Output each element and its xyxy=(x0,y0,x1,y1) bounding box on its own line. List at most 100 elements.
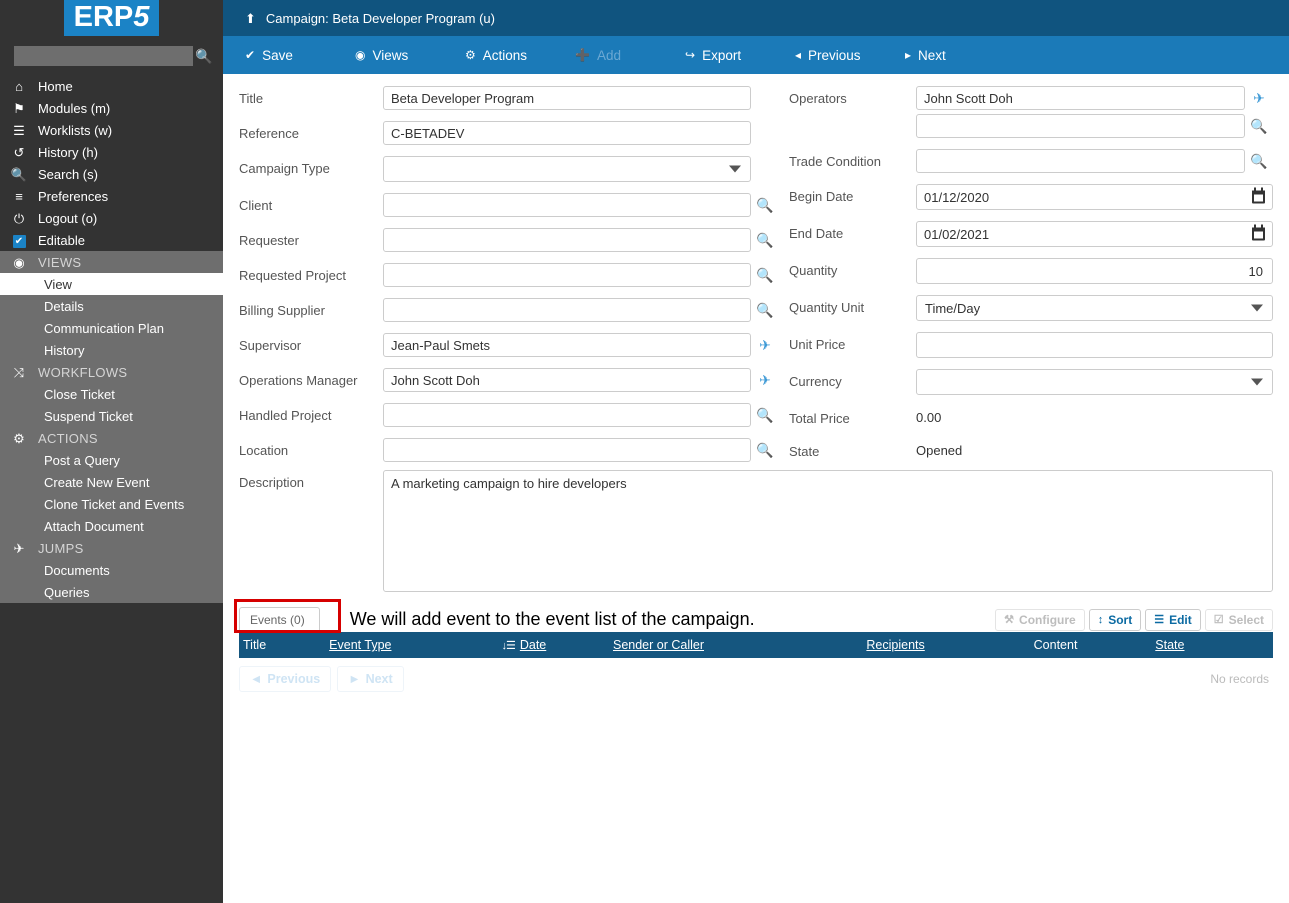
jump-plane-icon[interactable]: ✈ xyxy=(751,368,779,392)
calendar-icon[interactable] xyxy=(1252,224,1265,241)
column-header-label: Event Type xyxy=(329,638,392,652)
campaign-type-select[interactable] xyxy=(383,156,751,182)
client-input[interactable] xyxy=(383,193,751,217)
views-label: Views xyxy=(372,47,409,63)
column-header-recipients[interactable]: Recipients xyxy=(862,632,1030,658)
sidebar-item-home[interactable]: ⌂ Home xyxy=(0,75,223,97)
field-currency: Currency xyxy=(789,369,1273,395)
shuffle-icon: ⤨ xyxy=(13,364,25,380)
actions-button[interactable]: ⚙ Actions xyxy=(465,48,575,63)
sidebar-item-view[interactable]: View xyxy=(0,273,223,295)
sidebar-item-label: Close Ticket xyxy=(44,386,115,402)
sort-button[interactable]: ↕ Sort xyxy=(1088,609,1142,631)
description-textarea[interactable]: A marketing campaign to hire developers xyxy=(383,470,1273,592)
column-header-event-type[interactable]: Event Type xyxy=(325,632,498,658)
quantity-input[interactable] xyxy=(916,258,1273,284)
sidebar-item-modules-m[interactable]: ⚑ Modules (m) xyxy=(0,97,223,119)
search-icon[interactable]: 🔍 xyxy=(751,228,779,252)
end-date-input[interactable] xyxy=(916,221,1273,247)
sidebar-item-preferences[interactable]: ≡ Preferences xyxy=(0,185,223,207)
sidebar-item-history-h[interactable]: ↺ History (h) xyxy=(0,141,223,163)
up-arrow-icon[interactable]: ⬆ xyxy=(245,12,256,25)
search-input[interactable] xyxy=(14,46,193,66)
title-input[interactable] xyxy=(383,86,751,110)
field-trade-condition-label: Trade Condition xyxy=(789,154,882,169)
column-header-sender-or-caller[interactable]: Sender or Caller xyxy=(608,632,863,658)
configure-button: ⚒ Configure xyxy=(995,609,1085,631)
sidebar-item-close-ticket[interactable]: Close Ticket xyxy=(0,383,223,405)
sidebar-item-documents[interactable]: Documents xyxy=(0,559,223,581)
no-records-message: No records xyxy=(1210,672,1269,686)
field-handled-project: Handled Project 🔍 xyxy=(239,403,779,427)
calendar-icon[interactable] xyxy=(1252,187,1265,204)
form-area: Title Reference Campaign Type xyxy=(223,74,1289,474)
worklists-icon: ☰ xyxy=(13,122,25,138)
sidebar-item-suspend-ticket[interactable]: Suspend Ticket xyxy=(0,405,223,427)
column-header-date[interactable]: ↓☰ Date xyxy=(497,632,609,658)
views-button[interactable]: ◉ Views xyxy=(355,48,465,63)
requested-project-input[interactable] xyxy=(383,263,751,287)
previous-page-button[interactable]: ◄ Previous xyxy=(239,666,332,692)
sort-ascending-icon: ↓☰ xyxy=(501,640,515,652)
requester-input[interactable] xyxy=(383,228,751,252)
sidebar-item-post-a-query[interactable]: Post a Query xyxy=(0,449,223,471)
handled-project-input[interactable] xyxy=(383,403,751,427)
search-icon[interactable]: 🔍 xyxy=(751,193,779,217)
search-icon[interactable]: 🔍 xyxy=(751,403,779,427)
next-page-button[interactable]: ► Next xyxy=(337,666,404,692)
edit-button[interactable]: ☰ Edit xyxy=(1145,609,1201,631)
quantity-unit-select[interactable]: Time/Day xyxy=(916,295,1273,321)
search-icon[interactable]: 🔍 xyxy=(751,263,779,287)
column-header-label: Sender or Caller xyxy=(612,638,704,652)
logo[interactable]: ERP5 xyxy=(0,0,223,36)
sidebar-item-editable[interactable]: ✔ Editable xyxy=(0,229,223,251)
check-icon: ✔ xyxy=(245,48,256,62)
export-button[interactable]: ↪ Export xyxy=(685,48,795,63)
sidebar-item-clone-ticket-and-events[interactable]: Clone Ticket and Events xyxy=(0,493,223,515)
sidebar-item-search-s[interactable]: 🔍 Search (s) xyxy=(0,163,223,185)
sidebar-item-label: Home xyxy=(38,78,73,94)
previous-label: Previous xyxy=(808,47,861,63)
search-icon[interactable]: 🔍 xyxy=(751,298,779,322)
search-icon[interactable]: 🔍 xyxy=(1245,114,1273,138)
field-end-date-label: End Date xyxy=(789,226,844,241)
sidebar-item-label: View xyxy=(44,276,72,292)
currency-select[interactable] xyxy=(916,369,1273,395)
next-button[interactable]: ▸ Next xyxy=(905,48,1015,63)
operations-manager-input[interactable] xyxy=(383,368,751,392)
column-header-title[interactable]: Title xyxy=(239,632,326,658)
sidebar-item-queries[interactable]: Queries xyxy=(0,581,223,603)
field-campaign-type: Campaign Type xyxy=(239,156,779,182)
trade-condition-input[interactable] xyxy=(916,149,1245,173)
search-icon[interactable]: 🔍 xyxy=(751,438,779,462)
unit-price-input[interactable] xyxy=(916,332,1273,358)
jump-plane-icon[interactable]: ✈ xyxy=(751,333,779,357)
supervisor-input[interactable] xyxy=(383,333,751,357)
sidebar-item-create-new-event[interactable]: Create New Event xyxy=(0,471,223,493)
sidebar-item-details[interactable]: Details xyxy=(0,295,223,317)
sidebar-item-label: Preferences xyxy=(38,188,109,204)
sidebar-item-worklists-w[interactable]: ☰ Worklists (w) xyxy=(0,119,223,141)
jump-plane-icon[interactable]: ✈ xyxy=(1245,86,1273,110)
sidebar-item-label: Worklists (w) xyxy=(38,122,113,138)
field-begin-date-label: Begin Date xyxy=(789,189,854,204)
tab-events-label: Events (0) xyxy=(250,613,305,627)
column-header-content[interactable]: Content xyxy=(1029,632,1152,658)
search-icon[interactable]: 🔍 xyxy=(1245,149,1273,173)
operators-input[interactable] xyxy=(916,86,1245,110)
search-icon[interactable]: 🔍 xyxy=(193,46,215,66)
tab-events[interactable]: Events (0) xyxy=(239,607,320,632)
column-header-label: Content xyxy=(1033,638,1078,652)
previous-button[interactable]: ◂ Previous xyxy=(795,48,905,63)
begin-date-input[interactable] xyxy=(916,184,1273,210)
column-header-state[interactable]: State xyxy=(1151,632,1273,658)
save-button[interactable]: ✔ Save xyxy=(245,48,355,63)
billing-supplier-input[interactable] xyxy=(383,298,751,322)
sidebar-item-logout-o[interactable]: ⏻ Logout (o) xyxy=(0,207,223,229)
location-input[interactable] xyxy=(383,438,751,462)
sidebar-item-attach-document[interactable]: Attach Document xyxy=(0,515,223,537)
sidebar-item-communication-plan[interactable]: Communication Plan xyxy=(0,317,223,339)
sidebar-item-history[interactable]: History xyxy=(0,339,223,361)
reference-input[interactable] xyxy=(383,121,751,145)
operators-input-second[interactable] xyxy=(916,114,1245,138)
